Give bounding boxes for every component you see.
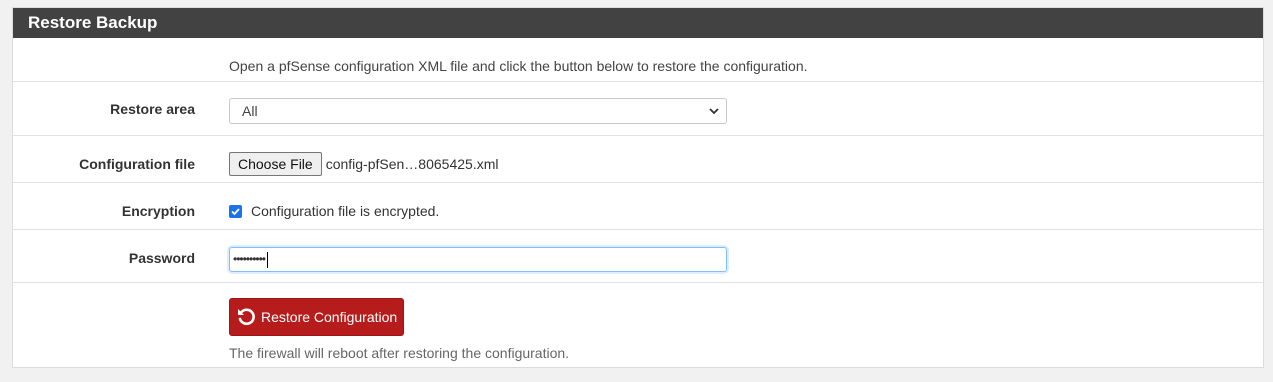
undo-icon: [238, 308, 255, 326]
intro-text: Open a pfSense configuration XML file an…: [229, 58, 808, 74]
encryption-label: Encryption: [121, 203, 195, 219]
config-file-input: Choose File config-pfSen…8065425.xml: [229, 152, 498, 176]
selected-file-name: config-pfSen…8065425.xml: [325, 156, 499, 172]
restore-area-value: All: [242, 103, 258, 119]
choose-file-button[interactable]: Choose File: [229, 152, 322, 176]
password-value: ••••••••••: [233, 252, 266, 266]
restore-configuration-button[interactable]: Restore Configuration: [229, 298, 405, 336]
password-input[interactable]: ••••••••••: [229, 247, 727, 272]
reboot-help-text: The firewall will reboot after restoring…: [229, 345, 570, 361]
restore-action-row: Restore Configuration The firewall will …: [13, 283, 1263, 369]
panel-title: Restore Backup: [13, 8, 1263, 38]
restore-area-select[interactable]: All: [229, 98, 727, 124]
encryption-checkbox-label[interactable]: Configuration file is encrypted.: [251, 203, 439, 219]
config-file-label: Configuration file: [79, 156, 195, 172]
encryption-row: Encryption Configuration file is encrypt…: [13, 183, 1263, 230]
password-row: Password ••••••••••: [13, 230, 1263, 283]
restore-backup-panel: Restore Backup Open a pfSense configurat…: [12, 7, 1264, 368]
check-icon: [231, 207, 240, 215]
intro-row: Open a pfSense configuration XML file an…: [13, 38, 1263, 82]
restore-area-row: Restore area All: [13, 82, 1263, 136]
text-caret: [267, 251, 269, 268]
restore-configuration-label: Restore Configuration: [261, 309, 398, 325]
chevron-down-icon: [709, 108, 719, 115]
encryption-checkbox[interactable]: [229, 204, 242, 218]
encryption-control: Configuration file is encrypted.: [229, 203, 439, 219]
config-file-row: Configuration file Choose File config-pf…: [13, 136, 1263, 183]
restore-area-label: Restore area: [110, 101, 195, 117]
password-label: Password: [128, 250, 195, 266]
